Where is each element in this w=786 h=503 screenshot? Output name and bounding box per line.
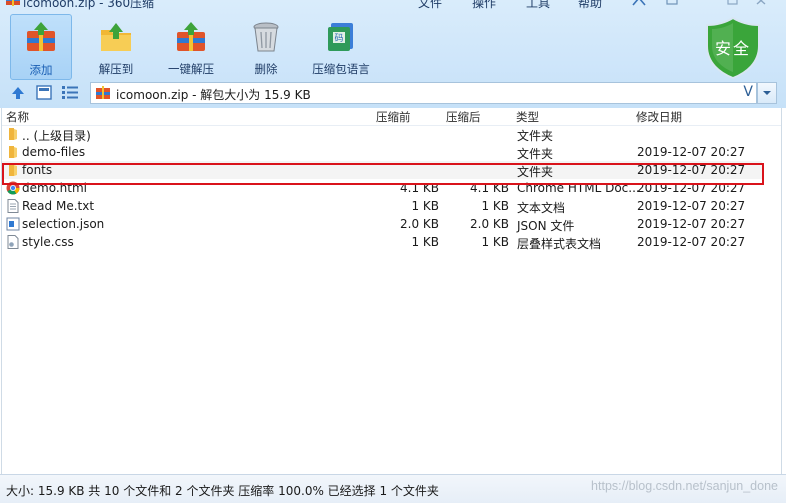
column-name[interactable]: 名称 — [6, 109, 29, 125]
json-file-icon — [6, 217, 20, 231]
file-type: 文件夹 — [517, 129, 554, 143]
navigation-bar: icomoon.zip - 解包大小为 15.9 KB V — [0, 80, 786, 106]
file-size-before: 2.0 KB — [400, 217, 439, 231]
delete-button[interactable]: 删除 — [236, 14, 296, 78]
app-window: icomoon.zip - 360压缩 文件 操作 工具 帮助 添加 解压到 一… — [0, 0, 786, 503]
file-date: 2019-12-07 20:27 — [637, 199, 746, 213]
menu-file[interactable]: 文件 — [418, 0, 442, 11]
file-name: demo-files — [22, 145, 86, 159]
security-badge[interactable]: 安全 — [704, 16, 762, 80]
file-name: selection.json — [22, 217, 105, 231]
file-name: Read Me.txt — [22, 199, 95, 213]
file-row-readme[interactable]: Read Me.txt 1 KB 1 KB 文本文档 2019-12-07 20… — [2, 197, 762, 215]
menu-tools[interactable]: 工具 — [526, 0, 550, 11]
highlight-annotation — [2, 163, 764, 185]
add-button-label: 添加 — [29, 63, 53, 77]
css-file-icon — [7, 235, 19, 249]
address-bar[interactable]: icomoon.zip - 解包大小为 15.9 KB V — [90, 82, 757, 104]
app-logo-icon — [6, 0, 20, 6]
svg-text:码: 码 — [334, 33, 343, 44]
address-text: icomoon.zip - 解包大小为 15.9 KB — [116, 88, 311, 102]
folder-icon — [9, 128, 17, 140]
details-view-icon[interactable] — [36, 85, 52, 100]
file-date: 2019-12-07 20:27 — [637, 235, 746, 249]
status-text: 大小: 15.9 KB 共 10 个文件和 2 个文件夹 压缩率 100.0% … — [6, 484, 439, 498]
address-dropdown-button[interactable] — [757, 82, 777, 104]
add-archive-icon — [27, 22, 55, 51]
extract-to-label: 解压到 — [98, 62, 134, 76]
extract-to-button[interactable]: 解压到 — [86, 14, 146, 78]
menu-action[interactable]: 操作 — [472, 0, 496, 11]
file-type: 层叠样式表文档 — [517, 237, 602, 251]
file-date: 2019-12-07 20:27 — [637, 217, 746, 231]
security-label: 安全 — [714, 39, 751, 58]
window-title: icomoon.zip - 360压缩 — [23, 0, 155, 10]
file-row-parent[interactable]: .. (上级目录) 文件夹 — [2, 125, 762, 143]
one-click-extract-button[interactable]: 一键解压 — [161, 14, 221, 78]
folder-icon — [9, 146, 17, 158]
column-date[interactable]: 修改日期 — [636, 109, 682, 125]
add-button[interactable]: 添加 — [10, 14, 72, 80]
title-bar: icomoon.zip - 360压缩 文件 操作 工具 帮助 — [0, 0, 786, 10]
trash-icon — [253, 22, 279, 52]
file-size-after: 1 KB — [481, 235, 509, 249]
archive-icon — [96, 86, 110, 99]
file-name: .. (上级目录) — [22, 129, 91, 143]
top-chrome: icomoon.zip - 360压缩 文件 操作 工具 帮助 添加 解压到 一… — [0, 0, 786, 108]
file-type: 文件夹 — [517, 147, 554, 161]
file-size-before: 1 KB — [411, 199, 439, 213]
archive-language-icon: 码 — [328, 23, 353, 51]
status-bar: 大小: 15.9 KB 共 10 个文件和 2 个文件夹 压缩率 100.0% … — [0, 474, 786, 503]
extract-to-icon — [101, 23, 131, 51]
close-icon[interactable] — [753, 0, 769, 6]
file-type: 文本文档 — [517, 201, 566, 215]
delete-label: 删除 — [254, 62, 278, 76]
menu-help[interactable]: 帮助 — [578, 0, 602, 11]
address-history-button[interactable]: V — [743, 84, 753, 100]
file-size-before: 1 KB — [411, 235, 439, 249]
home-icon[interactable] — [631, 0, 647, 6]
archive-language-button[interactable]: 码 压缩包语言 — [311, 14, 371, 78]
one-click-extract-label: 一键解压 — [168, 62, 214, 76]
file-size-after: 2.0 KB — [470, 217, 509, 231]
file-date: 2019-12-07 20:27 — [637, 145, 746, 159]
chevron-down-icon — [763, 91, 771, 95]
file-row-selection-json[interactable]: selection.json 2.0 KB 2.0 KB JSON 文件 201… — [2, 215, 762, 233]
up-arrow-icon[interactable] — [10, 85, 26, 101]
column-header: 名称 压缩前 压缩后 类型 修改日期 — [2, 108, 781, 126]
archive-language-label: 压缩包语言 — [312, 62, 370, 76]
text-file-icon — [7, 199, 19, 213]
column-size-after[interactable]: 压缩后 — [446, 109, 481, 125]
maximize-icon[interactable] — [725, 0, 741, 6]
file-name: style.css — [22, 235, 74, 249]
skin-icon[interactable] — [664, 0, 680, 6]
list-view-icon[interactable] — [61, 85, 79, 100]
column-size-before[interactable]: 压缩前 — [376, 109, 411, 125]
file-type: JSON 文件 — [517, 219, 575, 233]
watermark: https://blog.csdn.net/sanjun_done — [591, 479, 778, 493]
file-row-style-css[interactable]: style.css 1 KB 1 KB 层叠样式表文档 2019-12-07 2… — [2, 233, 762, 251]
file-size-after: 1 KB — [481, 199, 509, 213]
column-type[interactable]: 类型 — [516, 109, 539, 125]
file-row-demo-files[interactable]: demo-files 文件夹 2019-12-07 20:27 — [2, 143, 762, 161]
minimize-icon[interactable] — [700, 0, 716, 6]
one-click-extract-icon — [177, 22, 205, 51]
